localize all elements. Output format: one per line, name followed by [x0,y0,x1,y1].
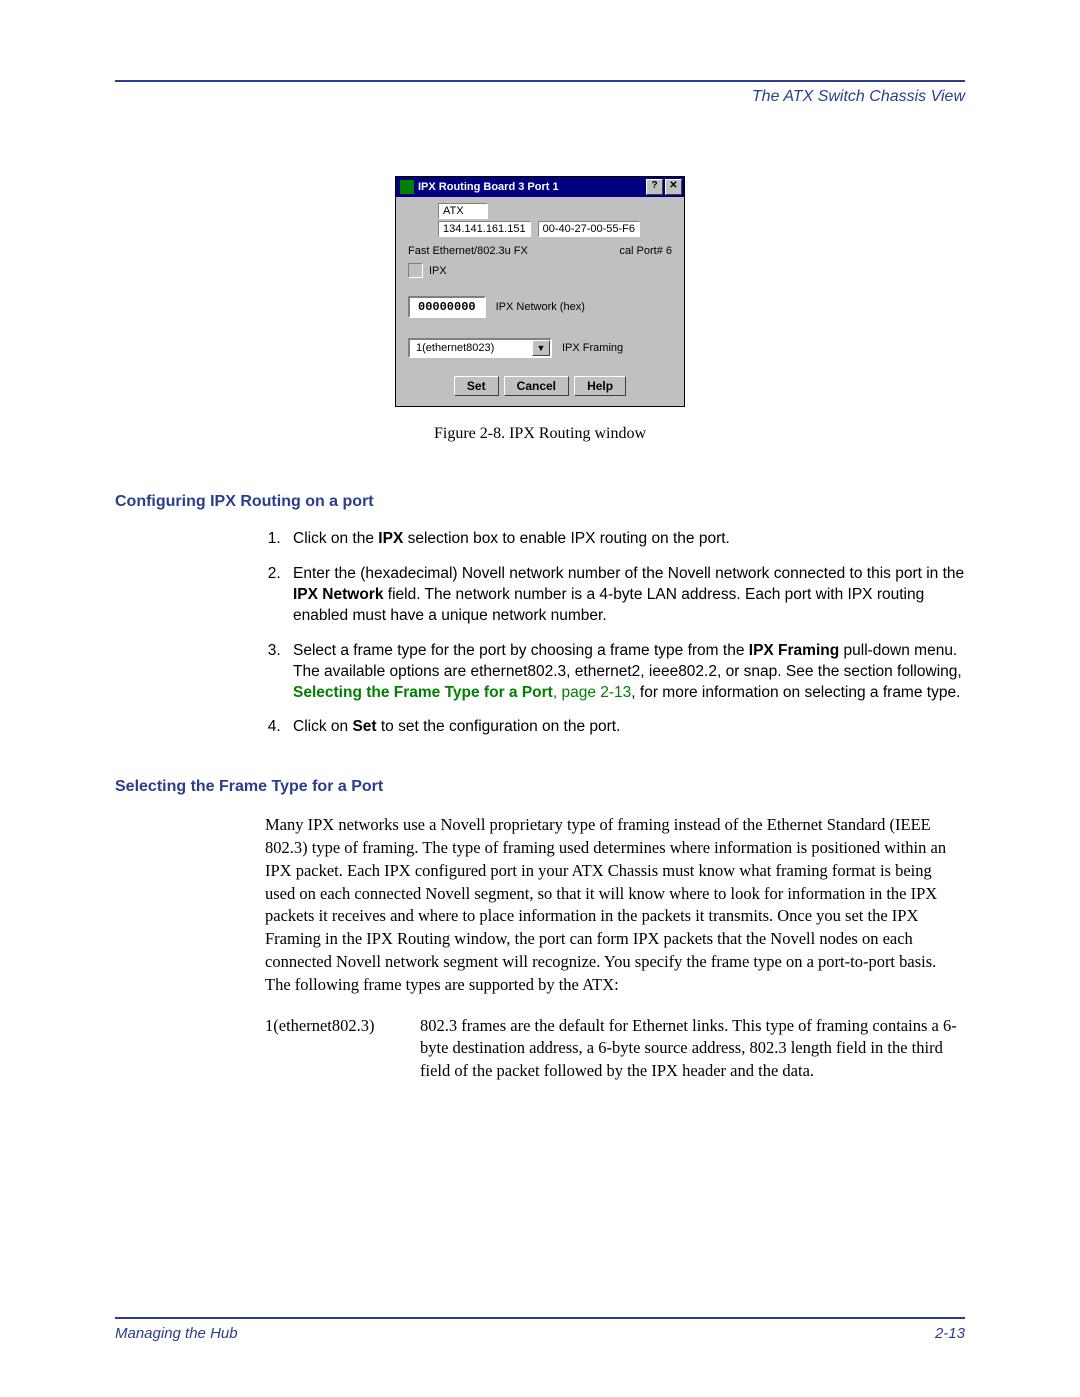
page-reference: , page 2-13 [553,684,631,701]
chevron-down-icon[interactable]: ▼ [532,340,550,356]
figure-caption: Figure 2-8. IPX Routing window [115,425,965,443]
set-button[interactable]: Set [454,376,499,396]
footer-left: Managing the Hub [115,1325,238,1342]
dialog-title: IPX Routing Board 3 Port 1 [418,181,559,193]
cross-reference-link[interactable]: Selecting the Frame Type for a Port [293,684,553,701]
dialog-icon [400,180,414,194]
step-text: to set the configuration on the port. [377,718,621,735]
definition-description: 802.3 frames are the default for Etherne… [420,1015,965,1083]
ipx-framing-select[interactable]: 1(ethernet8023) ▼ [408,338,552,358]
step-text: Click on [293,718,352,735]
ip-address-field: 134.141.161.151 [438,221,531,237]
media-type-label: Fast Ethernet/802.3u FX [408,245,528,257]
section-heading-frame-type: Selecting the Frame Type for a Port [115,778,965,796]
step-text: selection box to enable IPX routing on t… [403,530,730,547]
cancel-button[interactable]: Cancel [504,376,569,396]
header-divider [115,80,965,82]
step-bold: IPX [378,530,403,547]
steps-list: Click on the IPX selection box to enable… [115,529,965,738]
ipx-network-label: IPX Network (hex) [496,301,585,313]
ipx-network-input[interactable]: 00000000 [408,296,486,318]
step-bold: IPX Network [293,586,383,603]
step-text: Enter the (hexadecimal) Novell network n… [293,565,964,582]
close-icon[interactable]: ✕ [665,179,682,195]
ipx-routing-dialog: IPX Routing Board 3 Port 1 ? ✕ ATX 134.1… [395,176,685,407]
page-header: The ATX Switch Chassis View [115,88,965,106]
step-text: field. The network number is a 4-byte LA… [293,586,924,624]
step-bold: Set [352,718,376,735]
step-text: Click on the [293,530,378,547]
section-heading-configuring: Configuring IPX Routing on a port [115,493,965,511]
definition-term: 1(ethernet802.3) [265,1015,420,1083]
page-footer: Managing the Hub 2-13 [115,1317,965,1342]
body-paragraph: Many IPX networks use a Novell proprieta… [265,814,965,996]
help-button[interactable]: Help [574,376,626,396]
ipx-checkbox[interactable] [408,263,423,278]
step-1: Click on the IPX selection box to enable… [285,529,965,550]
step-2: Enter the (hexadecimal) Novell network n… [285,564,965,627]
definition-row: 1(ethernet802.3) 802.3 frames are the de… [265,1015,965,1083]
mac-address-field: 00-40-27-00-55-F6 [538,221,640,237]
step-bold: IPX Framing [749,642,839,659]
step-text: Select a frame type for the port by choo… [293,642,749,659]
footer-page-number: 2-13 [935,1325,965,1342]
step-3: Select a frame type for the port by choo… [285,641,965,704]
device-name-field: ATX [438,203,488,219]
ipx-framing-label: IPX Framing [562,342,623,354]
dialog-titlebar[interactable]: IPX Routing Board 3 Port 1 ? ✕ [396,177,684,197]
port-number-label: cal Port# 6 [619,245,672,257]
ipx-checkbox-label: IPX [429,265,447,277]
step-4: Click on Set to set the configuration on… [285,717,965,738]
step-text: , for more information on selecting a fr… [631,684,960,701]
ipx-framing-value: 1(ethernet8023) [410,340,532,356]
help-icon[interactable]: ? [646,179,663,195]
